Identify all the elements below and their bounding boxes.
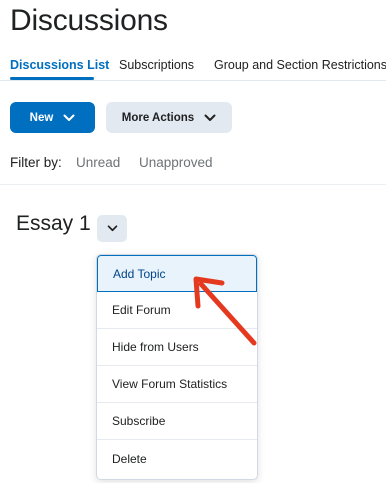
menu-item-delete[interactable]: Delete [97, 440, 257, 477]
tab-group-section-restrictions[interactable]: Group and Section Restrictions [214, 58, 386, 72]
menu-item-hide-from-users[interactable]: Hide from Users [97, 329, 257, 366]
discussions-page: Discussions Discussions List Subscriptio… [0, 0, 386, 483]
chevron-down-icon [63, 114, 75, 121]
tabs-divider [0, 80, 386, 81]
filter-label: Filter by: [10, 155, 62, 170]
filter-unapproved[interactable]: Unapproved [139, 155, 213, 170]
forum-title: Essay 1 [16, 212, 91, 235]
menu-item-view-forum-statistics[interactable]: View Forum Statistics [97, 366, 257, 403]
new-button[interactable]: New [10, 102, 95, 133]
filter-divider [0, 184, 386, 185]
chevron-down-icon [204, 114, 216, 121]
menu-item-add-topic[interactable]: Add Topic [97, 255, 257, 292]
more-actions-button[interactable]: More Actions [106, 102, 232, 133]
more-actions-label: More Actions [121, 111, 195, 124]
menu-item-subscribe[interactable]: Subscribe [97, 403, 257, 440]
filter-unread[interactable]: Unread [76, 155, 120, 170]
chevron-down-icon [107, 225, 117, 232]
tab-subscriptions[interactable]: Subscriptions [119, 58, 194, 72]
tab-discussions-list[interactable]: Discussions List [10, 58, 109, 72]
forum-context-menu: Add Topic Edit Forum Hide from Users Vie… [96, 254, 258, 480]
forum-actions-button[interactable] [97, 215, 127, 242]
new-button-label: New [29, 111, 54, 124]
tab-bar: Discussions List Subscriptions Group and… [0, 52, 386, 82]
menu-item-edit-forum[interactable]: Edit Forum [97, 292, 257, 329]
page-title: Discussions [10, 4, 168, 37]
